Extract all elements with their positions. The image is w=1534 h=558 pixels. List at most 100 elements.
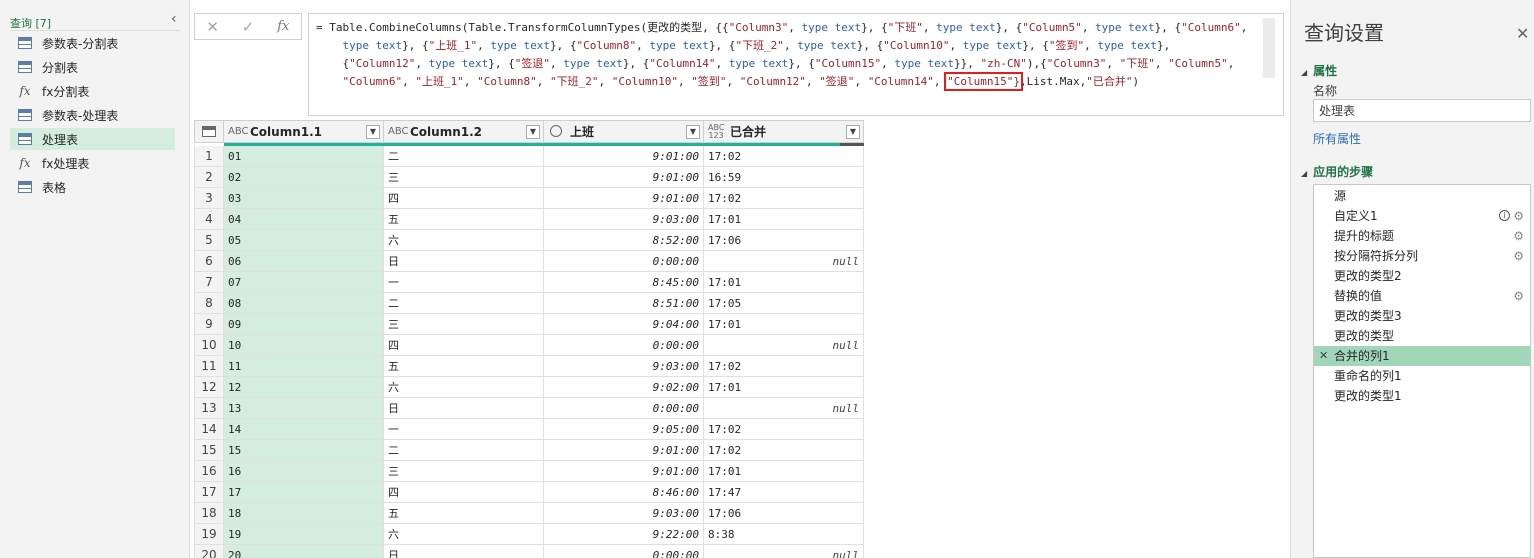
query-item[interactable]: 参数表-处理表 bbox=[10, 104, 175, 126]
table-cell[interactable]: 17:02 bbox=[704, 188, 864, 209]
applied-step[interactable]: 提升的标题 ⚙ bbox=[1314, 226, 1530, 246]
table-cell[interactable]: 9:01:00 bbox=[544, 188, 704, 209]
table-cell[interactable]: 9:22:00 bbox=[544, 524, 704, 545]
applied-step[interactable]: 更改的类型2 bbox=[1314, 266, 1530, 286]
table-cell[interactable]: 四 bbox=[384, 335, 544, 356]
row-number[interactable]: 4 bbox=[194, 209, 224, 230]
table-cell[interactable]: 16:59 bbox=[704, 167, 864, 188]
table-cell[interactable]: 二 bbox=[384, 146, 544, 167]
table-row[interactable]: 20 20 日 0:00:00 null bbox=[194, 545, 864, 558]
column-header[interactable]: ABC Column1.2 ▼ bbox=[384, 120, 544, 143]
table-cell[interactable]: null bbox=[704, 398, 864, 419]
table-cell[interactable]: 五 bbox=[384, 209, 544, 230]
insert-function-icon[interactable]: fx bbox=[266, 19, 301, 34]
row-number[interactable]: 20 bbox=[194, 545, 224, 558]
table-row[interactable]: 13 13 日 0:00:00 null bbox=[194, 398, 864, 419]
table-cell[interactable]: 02 bbox=[224, 167, 384, 188]
table-cell[interactable]: 一 bbox=[384, 272, 544, 293]
table-cell[interactable]: 17:01 bbox=[704, 209, 864, 230]
queries-header[interactable]: 查询 [7] bbox=[10, 15, 51, 31]
table-cell[interactable]: 9:03:00 bbox=[544, 209, 704, 230]
table-cell[interactable]: 18 bbox=[224, 503, 384, 524]
table-cell[interactable]: 09 bbox=[224, 314, 384, 335]
formula-bar[interactable]: = Table.CombineColumns(Table.TransformCo… bbox=[308, 13, 1284, 116]
row-number[interactable]: 3 bbox=[194, 188, 224, 209]
table-cell[interactable]: 9:01:00 bbox=[544, 167, 704, 188]
table-cell[interactable]: 08 bbox=[224, 293, 384, 314]
table-cell[interactable]: 17:02 bbox=[704, 419, 864, 440]
row-number[interactable]: 10 bbox=[194, 335, 224, 356]
table-cell[interactable]: 日 bbox=[384, 251, 544, 272]
table-cell[interactable]: 17:05 bbox=[704, 293, 864, 314]
table-cell[interactable]: 9:02:00 bbox=[544, 377, 704, 398]
row-number[interactable]: 1 bbox=[194, 146, 224, 167]
column-header[interactable]: ABC Column1.1 ▼ bbox=[224, 120, 384, 143]
table-cell[interactable]: 01 bbox=[224, 146, 384, 167]
table-cell[interactable]: 二 bbox=[384, 293, 544, 314]
applied-step[interactable]: 源 bbox=[1314, 186, 1530, 206]
collapse-pane-icon[interactable]: ‹ bbox=[171, 12, 183, 26]
table-cell[interactable]: 07 bbox=[224, 272, 384, 293]
applied-step[interactable]: ✕ 合并的列1 bbox=[1314, 346, 1530, 366]
table-cell[interactable]: 四 bbox=[384, 482, 544, 503]
table-cell[interactable]: 9:03:00 bbox=[544, 503, 704, 524]
table-row[interactable]: 12 12 六 9:02:00 17:01 bbox=[194, 377, 864, 398]
query-item[interactable]: fx fx处理表 bbox=[10, 152, 175, 174]
query-item[interactable]: 处理表 bbox=[10, 128, 175, 150]
row-number[interactable]: 7 bbox=[194, 272, 224, 293]
table-cell[interactable]: 19 bbox=[224, 524, 384, 545]
table-cell[interactable]: null bbox=[704, 545, 864, 558]
column-header[interactable]: ABC 123 已合并 ▼ bbox=[704, 120, 864, 143]
table-cell[interactable]: 04 bbox=[224, 209, 384, 230]
table-row[interactable]: 17 17 四 8:46:00 17:47 bbox=[194, 482, 864, 503]
row-number[interactable]: 2 bbox=[194, 167, 224, 188]
table-cell[interactable]: 三 bbox=[384, 314, 544, 335]
close-settings-icon[interactable]: ✕ bbox=[1516, 24, 1529, 43]
table-cell[interactable]: 8:52:00 bbox=[544, 230, 704, 251]
row-number[interactable]: 11 bbox=[194, 356, 224, 377]
table-cell[interactable]: 9:01:00 bbox=[544, 440, 704, 461]
row-number[interactable]: 18 bbox=[194, 503, 224, 524]
table-cell[interactable]: 17:01 bbox=[704, 377, 864, 398]
query-item[interactable]: 表格 bbox=[10, 176, 175, 198]
table-cell[interactable]: 8:45:00 bbox=[544, 272, 704, 293]
cancel-formula-icon[interactable]: ✕ bbox=[195, 18, 230, 36]
applied-step[interactable]: 更改的类型3 bbox=[1314, 306, 1530, 326]
applied-step[interactable]: 替换的值 ⚙ bbox=[1314, 286, 1530, 306]
table-cell[interactable]: 四 bbox=[384, 188, 544, 209]
applied-steps-section[interactable]: ◢ 应用的步骤 bbox=[1301, 163, 1373, 180]
table-cell[interactable]: 17:47 bbox=[704, 482, 864, 503]
table-cell[interactable]: 9:04:00 bbox=[544, 314, 704, 335]
row-number[interactable]: 9 bbox=[194, 314, 224, 335]
filter-dropdown-icon[interactable]: ▼ bbox=[846, 125, 860, 139]
filter-dropdown-icon[interactable]: ▼ bbox=[686, 125, 700, 139]
table-cell[interactable]: 8:38 bbox=[704, 524, 864, 545]
table-cell[interactable]: 13 bbox=[224, 398, 384, 419]
table-cell[interactable]: 二 bbox=[384, 440, 544, 461]
table-cell[interactable]: 17:02 bbox=[704, 440, 864, 461]
table-cell[interactable]: 05 bbox=[224, 230, 384, 251]
row-number[interactable]: 17 bbox=[194, 482, 224, 503]
table-cell[interactable]: 17:06 bbox=[704, 503, 864, 524]
table-cell[interactable]: 0:00:00 bbox=[544, 251, 704, 272]
table-row[interactable]: 18 18 五 9:03:00 17:06 bbox=[194, 503, 864, 524]
table-cell[interactable]: 三 bbox=[384, 461, 544, 482]
table-cell[interactable]: 17:02 bbox=[704, 146, 864, 167]
table-row[interactable]: 4 04 五 9:03:00 17:01 bbox=[194, 209, 864, 230]
table-cell[interactable]: 17:01 bbox=[704, 272, 864, 293]
table-row[interactable]: 16 16 三 9:01:00 17:01 bbox=[194, 461, 864, 482]
row-number[interactable]: 14 bbox=[194, 419, 224, 440]
table-row[interactable]: 5 05 六 8:52:00 17:06 bbox=[194, 230, 864, 251]
formula-text[interactable]: = Table.CombineColumns(Table.TransformCo… bbox=[316, 19, 1256, 91]
table-row[interactable]: 10 10 四 0:00:00 null bbox=[194, 335, 864, 356]
row-number[interactable]: 6 bbox=[194, 251, 224, 272]
table-cell[interactable]: 六 bbox=[384, 524, 544, 545]
table-cell[interactable]: 日 bbox=[384, 545, 544, 558]
row-number[interactable]: 15 bbox=[194, 440, 224, 461]
table-cell[interactable]: 8:46:00 bbox=[544, 482, 704, 503]
table-cell[interactable]: 六 bbox=[384, 230, 544, 251]
filter-dropdown-icon[interactable]: ▼ bbox=[526, 125, 540, 139]
query-item[interactable]: 分割表 bbox=[10, 56, 175, 78]
table-cell[interactable]: 一 bbox=[384, 419, 544, 440]
table-row[interactable]: 14 14 一 9:05:00 17:02 bbox=[194, 419, 864, 440]
